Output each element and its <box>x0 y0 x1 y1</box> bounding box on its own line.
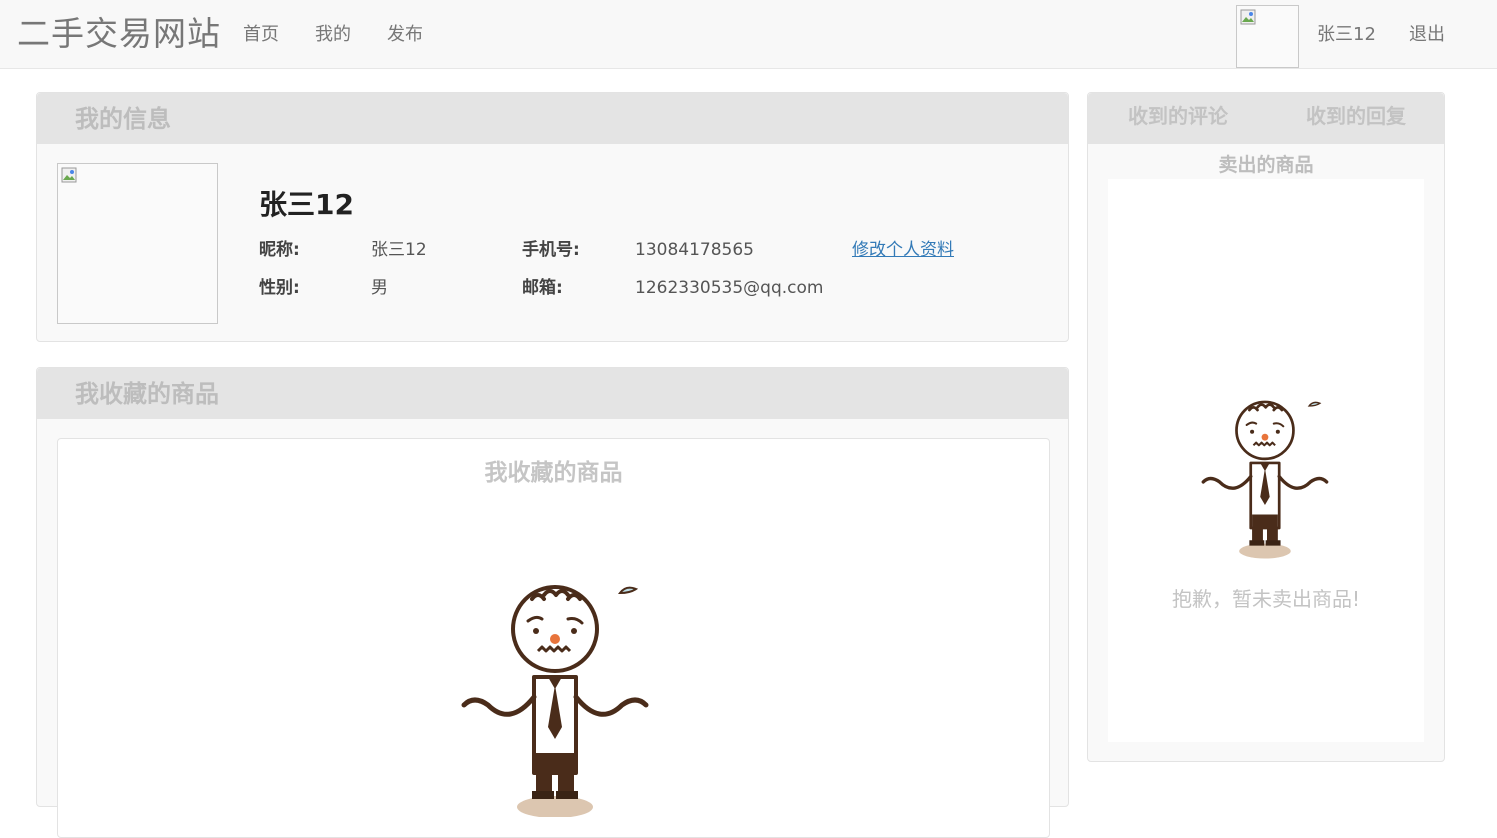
sold-items-title: 卖出的商品 <box>1218 154 1314 176</box>
empty-sold-message: 抱歉，暂未卖出商品! <box>1171 587 1361 611</box>
phone-value: 13084178565 <box>635 240 754 260</box>
nav-link-post[interactable]: 发布 <box>387 24 423 46</box>
panel-header: 收到的评论 收到的回复 <box>1088 93 1444 144</box>
favorites-panel: 我收藏的商品 我收藏的商品 <box>36 367 1069 838</box>
panel-title: 我的信息 <box>75 105 171 133</box>
sad-man-illustration <box>440 577 676 817</box>
gender-label: 性别: <box>259 278 300 298</box>
tab-received-comments[interactable]: 收到的评论 <box>1128 104 1228 128</box>
activity-side-panel: 收到的评论 收到的回复 卖出的商品 抱歉，暂未卖出商品! <box>1087 92 1445 762</box>
nav-user-name[interactable]: 张三12 <box>1317 24 1376 46</box>
nav-link-mine[interactable]: 我的 <box>315 24 351 46</box>
top-navbar: 二手交易网站 首页 我的 发布 张三12 退出 <box>0 0 1497 69</box>
broken-image-icon <box>61 167 77 183</box>
nickname-label: 昵称: <box>259 240 300 260</box>
user-avatar <box>57 163 218 324</box>
favorites-inner-title: 我收藏的商品 <box>484 460 623 486</box>
tab-received-replies[interactable]: 收到的回复 <box>1306 104 1406 128</box>
sad-man-illustration <box>1201 400 1329 561</box>
navbar-avatar[interactable] <box>1236 5 1299 68</box>
panel-header: 我收藏的商品 <box>37 368 1068 419</box>
phone-label: 手机号: <box>522 240 580 260</box>
favorites-content: 我收藏的商品 <box>57 438 1050 838</box>
email-label: 邮箱: <box>522 278 563 298</box>
broken-image-icon <box>1240 9 1256 25</box>
sold-items-content: 抱歉，暂未卖出商品! <box>1108 179 1424 742</box>
site-brand[interactable]: 二手交易网站 <box>17 14 221 54</box>
nav-link-home[interactable]: 首页 <box>243 24 279 46</box>
edit-profile-link[interactable]: 修改个人资料 <box>852 239 954 261</box>
panel-header: 我的信息 <box>37 93 1068 144</box>
nav-logout[interactable]: 退出 <box>1409 24 1445 46</box>
nickname-value: 张三12 <box>371 240 427 260</box>
email-value: 1262330535@qq.com <box>635 278 824 298</box>
my-info-panel: 我的信息 张三12 昵称: 张三12 性别: 男 手机号: 1308417856… <box>36 92 1069 342</box>
gender-value: 男 <box>371 278 388 298</box>
panel-title: 我收藏的商品 <box>75 380 219 408</box>
user-display-name: 张三12 <box>259 188 354 221</box>
